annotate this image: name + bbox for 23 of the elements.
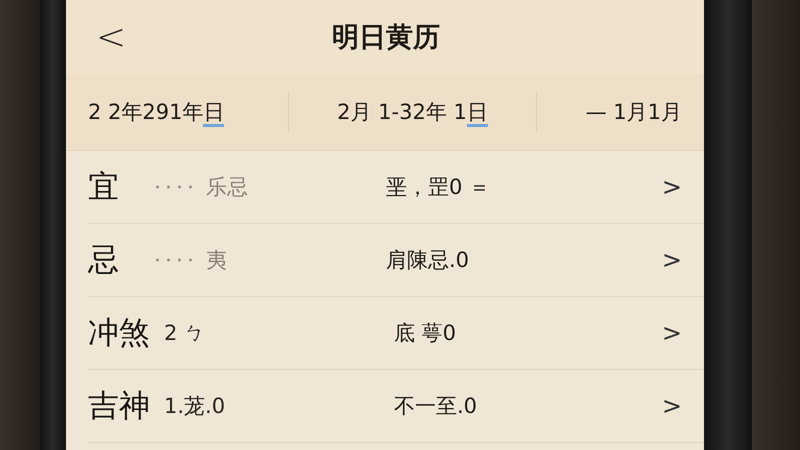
row-detail: 夷 — [206, 247, 228, 274]
row-detail: 2 ㄅ — [164, 320, 206, 347]
row-value: 不一至.0 — [394, 393, 478, 420]
chevron-icon: > — [662, 392, 682, 420]
row-label: 忌 — [88, 241, 120, 280]
date-tab[interactable]: 2月 1-32年 1 日 — [289, 92, 536, 132]
page-title: 明日黄历 — [331, 21, 442, 55]
date-tab[interactable]: — 1月1月 — [537, 92, 682, 132]
row-value: 肩陳忌.0 — [386, 247, 470, 274]
row-value: 垩，罡0 ＝ — [386, 174, 492, 201]
chevron-icon: > — [662, 246, 682, 274]
almanac-row[interactable]: 宜 乐忌 垩，罡0 ＝ > — [88, 151, 704, 224]
row-label: 冲煞 — [88, 314, 150, 353]
almanac-row[interactable]: 忌 夷 肩陳忌.0 > — [88, 224, 704, 297]
back-button[interactable]: < — [90, 16, 132, 58]
date-tab[interactable]: 2 2年291年日 — [88, 92, 288, 132]
chevron-icon: > — [662, 319, 682, 347]
row-detail: 乐忌 — [206, 174, 249, 201]
chevron-icon: > — [662, 173, 682, 201]
row-label: 吉神 — [88, 387, 150, 426]
row-label: 宜 — [88, 168, 120, 207]
row-detail: 1.茏.0 — [164, 393, 226, 420]
row-value: 底 萼0 — [394, 320, 458, 347]
